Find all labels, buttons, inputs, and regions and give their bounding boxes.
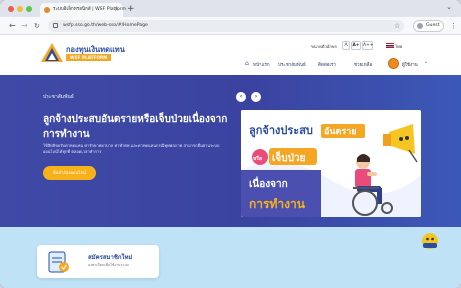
- hero-kicker: ประชาสัมพันธ์: [43, 94, 74, 100]
- font-size-small-button[interactable]: A: [342, 41, 350, 50]
- banner-illustration: ลูกจ้างประสบ อันตราย หรือ เจ็บป่วย เนื่อ…: [241, 110, 421, 217]
- address-url: wsfp.sso.go.th/web-sso/#/HomePage: [63, 23, 148, 28]
- nav-contact[interactable]: ติดต่อเรา: [318, 61, 336, 68]
- browser-tab-bar: ระบบอิเล็กทรอนิกส์ | WSF Platform × + ⌄: [0, 0, 461, 17]
- guest-profile-button[interactable]: Guest: [413, 20, 444, 32]
- maximize-window-button[interactable]: [26, 6, 32, 12]
- card-subtitle: ลงทะเบียนเพื่อใช้งานระบบ: [88, 263, 129, 267]
- lock-icon: [53, 23, 58, 28]
- services-section: สมัครสมาชิกใหม่ ลงทะเบียนเพื่อใช้งานระบบ: [0, 227, 461, 288]
- carousel-next-button[interactable]: ›: [251, 92, 261, 102]
- banner-line1: ลูกจ้างประสบ: [249, 124, 313, 138]
- close-window-button[interactable]: [8, 6, 14, 12]
- language-label: ไทย: [395, 44, 403, 49]
- bookmark-star-icon[interactable]: ☆: [394, 19, 400, 33]
- forward-arrow-icon[interactable]: →: [21, 19, 28, 33]
- wsf-logo-icon[interactable]: [40, 42, 64, 64]
- banner-line2: เจ็บป่วย: [272, 150, 306, 164]
- font-size-label: ขนาดตัวอักษร: [311, 44, 337, 49]
- tab-close-icon[interactable]: ×: [114, 3, 119, 17]
- back-arrow-icon[interactable]: ←: [9, 19, 16, 33]
- site-header: กองทุนเงินทดแทน WSF PLATFORM ขนาดตัวอักษ…: [0, 35, 461, 75]
- banner-line3: เนื่องจาก: [249, 176, 288, 190]
- banner-highlight: อันตราย: [324, 126, 357, 137]
- tab-search-chevron-icon[interactable]: ⌄: [446, 3, 452, 11]
- avatar[interactable]: [388, 58, 399, 69]
- thai-flag-icon: [386, 43, 394, 48]
- banner-or: หรือ: [253, 155, 262, 162]
- nav-home[interactable]: ⌂ หน้าแรก: [245, 60, 270, 68]
- reload-icon[interactable]: ↻: [34, 19, 40, 33]
- minimize-window-button[interactable]: [17, 6, 23, 12]
- profile-icon: [417, 23, 423, 29]
- browser-menu-icon[interactable]: ⋮: [450, 19, 457, 33]
- chevron-down-icon[interactable]: ⌄: [424, 59, 428, 65]
- new-tab-button[interactable]: +: [127, 3, 135, 15]
- nav-home-label: หน้าแรก: [253, 63, 270, 68]
- user-name[interactable]: ผู้ใช้งาน: [402, 61, 418, 68]
- hero-cta-button[interactable]: ยื่นคำร้องออนไลน์: [43, 166, 96, 180]
- browser-window: ระบบอิเล็กทรอนิกส์ | WSF Platform × + ⌄ …: [0, 0, 461, 288]
- nav-news[interactable]: ประชาสัมพันธ์: [278, 61, 306, 68]
- register-document-icon: [48, 251, 69, 273]
- hero-banner-image[interactable]: ลูกจ้างประสบ อันตราย หรือ เจ็บป่วย เนื่อ…: [241, 110, 421, 217]
- nav-help[interactable]: ช่วยเหลือ: [354, 61, 372, 68]
- logo-subtitle: WSF PLATFORM: [66, 54, 112, 61]
- banner-line4: การทำงาน: [249, 197, 306, 211]
- hero-title: ลูกจ้างประสบอันตรายหรือเจ็บป่วยเนื่องจาก…: [43, 114, 228, 140]
- font-size-large-button[interactable]: A++: [362, 41, 374, 50]
- carousel-prev-button[interactable]: ‹: [236, 92, 246, 102]
- hero-description: ใช้สิทธิขอรับค่าทดแทน ค่ารักษาพยาบาล ค่า…: [43, 143, 220, 154]
- hero-section: ประชาสัมพันธ์ ลูกจ้างประสบอันตรายหรือเจ็…: [0, 75, 461, 227]
- guest-label: Guest: [426, 23, 440, 28]
- language-selector[interactable]: ไทย: [386, 43, 402, 50]
- card-title: สมัครสมาชิกใหม่: [88, 254, 133, 261]
- browser-tab-active[interactable]: ระบบอิเล็กทรอนิกส์ | WSF Platform ×: [40, 3, 126, 17]
- home-icon: ⌂: [245, 60, 249, 67]
- browser-toolbar: ← → ↻ wsfp.sso.go.th/web-sso/#/HomePage …: [0, 17, 461, 35]
- register-card[interactable]: สมัครสมาชิกใหม่ ลงทะเบียนเพื่อใช้งานระบบ: [37, 245, 159, 278]
- mascot-icon: [422, 233, 438, 249]
- site-favicon-icon: [44, 7, 50, 13]
- address-bar[interactable]: wsfp.sso.go.th/web-sso/#/HomePage: [48, 20, 404, 32]
- font-size-medium-button[interactable]: A+: [351, 41, 361, 50]
